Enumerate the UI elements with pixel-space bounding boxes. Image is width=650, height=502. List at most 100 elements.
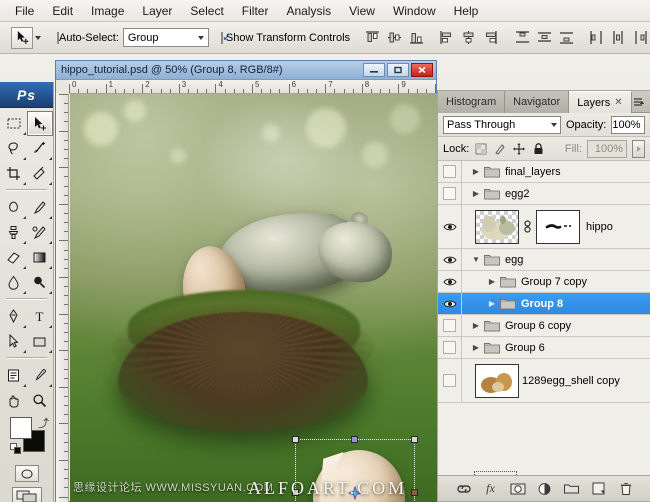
hand-tool-icon[interactable] <box>1 388 27 413</box>
layer-row[interactable]: ▼egg <box>438 249 650 271</box>
distribute-horizontal-centers[interactable] <box>608 28 628 48</box>
magic-wand-tool-icon[interactable] <box>27 136 53 161</box>
blur-tool-icon[interactable] <box>1 270 27 295</box>
layer-visibility-toggle[interactable] <box>438 161 462 182</box>
layer-link-icon[interactable] <box>522 220 533 233</box>
menu-item-select[interactable]: Select <box>181 1 232 21</box>
fill-input[interactable]: 100% <box>587 140 627 158</box>
maximize-button[interactable] <box>387 63 409 77</box>
layer-row[interactable]: ▶Group 6 copy <box>438 315 650 337</box>
foreground-color-swatch[interactable] <box>10 417 32 439</box>
layer-row[interactable]: ▶Group 8 <box>438 293 650 315</box>
layer-row[interactable]: ▶Group 7 copy <box>438 271 650 293</box>
quick-mask-mode-icon[interactable] <box>15 465 39 482</box>
tab-histogram[interactable]: Histogram <box>438 91 505 113</box>
layer-row[interactable]: ▶Group 6 <box>438 337 650 359</box>
align-top-edges[interactable] <box>362 28 382 48</box>
tool-preset-chevron-icon[interactable] <box>35 36 41 40</box>
layer-visibility-toggle[interactable] <box>438 183 462 204</box>
align-bottom-edges[interactable] <box>406 28 426 48</box>
new-layer-icon[interactable] <box>591 481 607 497</box>
lasso-tool-icon[interactable] <box>1 136 27 161</box>
menu-item-analysis[interactable]: Analysis <box>277 1 340 21</box>
group-collapsed-chevron-icon[interactable]: ▶ <box>470 167 482 176</box>
align-vertical-centers[interactable] <box>384 28 404 48</box>
layer-mask-thumbnail[interactable] <box>536 210 580 244</box>
lock-transparent-pixels-icon[interactable] <box>474 142 488 156</box>
tab-layers[interactable]: Layers✕ <box>569 91 631 113</box>
lock-image-pixels-icon[interactable] <box>493 142 507 156</box>
menu-item-edit[interactable]: Edit <box>43 1 82 21</box>
layer-visibility-toggle[interactable] <box>438 337 462 358</box>
transform-handle-tl[interactable] <box>292 436 299 443</box>
layer-row[interactable]: 1289egg_shell copy <box>438 359 650 403</box>
add-layer-mask-icon[interactable] <box>510 481 526 497</box>
brush-tool-icon[interactable] <box>27 195 53 220</box>
layer-visibility-icon[interactable] <box>438 293 462 314</box>
new-adjustment-layer-icon[interactable] <box>537 481 553 497</box>
minimize-button[interactable] <box>363 63 385 77</box>
layer-row[interactable]: hippo <box>438 205 650 249</box>
layer-visibility-toggle[interactable] <box>438 359 462 402</box>
marquee-tool-icon[interactable] <box>1 111 27 136</box>
type-tool-icon[interactable]: T <box>27 304 53 329</box>
eraser-tool-icon[interactable] <box>1 245 27 270</box>
close-tab-icon[interactable]: ✕ <box>614 97 622 108</box>
link-layers-icon[interactable] <box>456 481 472 497</box>
menu-item-view[interactable]: View <box>340 1 384 21</box>
canvas[interactable]: 思缘设计论坛 WWW.MISSYUAN.COM ALFOART.COM <box>70 94 437 502</box>
align-horizontal-centers[interactable] <box>458 28 478 48</box>
layer-row[interactable]: ▶final_layers <box>438 161 650 183</box>
distribute-right-edges[interactable] <box>630 28 650 48</box>
default-colors-icon[interactable] <box>10 443 21 454</box>
menu-item-file[interactable]: File <box>6 1 43 21</box>
distribute-left-edges[interactable] <box>586 28 606 48</box>
notes-tool-icon[interactable] <box>1 363 27 388</box>
move-tool-icon[interactable] <box>27 111 53 136</box>
tool-preset-picker[interactable] <box>7 27 45 49</box>
group-collapsed-chevron-icon[interactable]: ▶ <box>486 299 498 308</box>
layer-style-fx-icon[interactable]: fx <box>483 481 499 497</box>
history-brush-tool-icon[interactable] <box>27 220 53 245</box>
distribute-bottom-edges[interactable] <box>556 28 576 48</box>
panel-menu-button[interactable] <box>633 91 650 112</box>
layer-thumbnail[interactable] <box>475 210 519 244</box>
fill-stepper[interactable] <box>632 140 645 158</box>
menu-item-filter[interactable]: Filter <box>233 1 278 21</box>
layer-visibility-icon[interactable] <box>438 205 462 248</box>
layer-visibility-toggle[interactable] <box>438 315 462 336</box>
healing-brush-tool-icon[interactable] <box>1 195 27 220</box>
group-expanded-chevron-icon[interactable]: ▼ <box>470 255 482 264</box>
group-collapsed-chevron-icon[interactable]: ▶ <box>470 343 482 352</box>
menu-item-help[interactable]: Help <box>445 1 488 21</box>
align-right-edges[interactable] <box>480 28 500 48</box>
dodge-tool-icon[interactable] <box>27 270 53 295</box>
menu-item-image[interactable]: Image <box>82 1 133 21</box>
align-left-edges[interactable] <box>436 28 456 48</box>
swap-colors-icon[interactable]: ⤴ <box>38 415 49 431</box>
gradient-tool-icon[interactable] <box>27 245 53 270</box>
pen-tool-icon[interactable] <box>1 304 27 329</box>
layer-visibility-icon[interactable] <box>438 249 462 270</box>
move-tool-icon[interactable] <box>11 27 33 49</box>
path-selection-tool-icon[interactable] <box>1 329 27 354</box>
new-group-icon[interactable] <box>564 481 580 497</box>
zoom-tool-icon[interactable] <box>27 388 53 413</box>
close-button[interactable] <box>411 63 433 77</box>
transform-handle-tr[interactable] <box>411 436 418 443</box>
layer-visibility-icon[interactable] <box>438 271 462 292</box>
distribute-vertical-centers[interactable] <box>534 28 554 48</box>
menu-item-layer[interactable]: Layer <box>133 1 181 21</box>
standard-screen-mode-icon[interactable] <box>12 487 42 502</box>
rectangle-shape-tool-icon[interactable] <box>27 329 53 354</box>
opacity-input[interactable]: 100% <box>611 116 644 134</box>
group-collapsed-chevron-icon[interactable]: ▶ <box>486 277 498 286</box>
menu-item-window[interactable]: Window <box>384 1 445 21</box>
layer-list[interactable]: ▶final_layers▶egg2hippo▼egg▶Group 7 copy… <box>438 161 650 477</box>
eyedropper-tool-icon[interactable] <box>27 363 53 388</box>
crop-tool-icon[interactable] <box>1 161 27 186</box>
group-collapsed-chevron-icon[interactable]: ▶ <box>470 321 482 330</box>
transform-handle-tc[interactable] <box>351 436 358 443</box>
document-title-bar[interactable]: hippo_tutorial.psd @ 50% (Group 8, RGB/8… <box>56 61 436 80</box>
transform-handle-mr[interactable] <box>411 489 418 496</box>
